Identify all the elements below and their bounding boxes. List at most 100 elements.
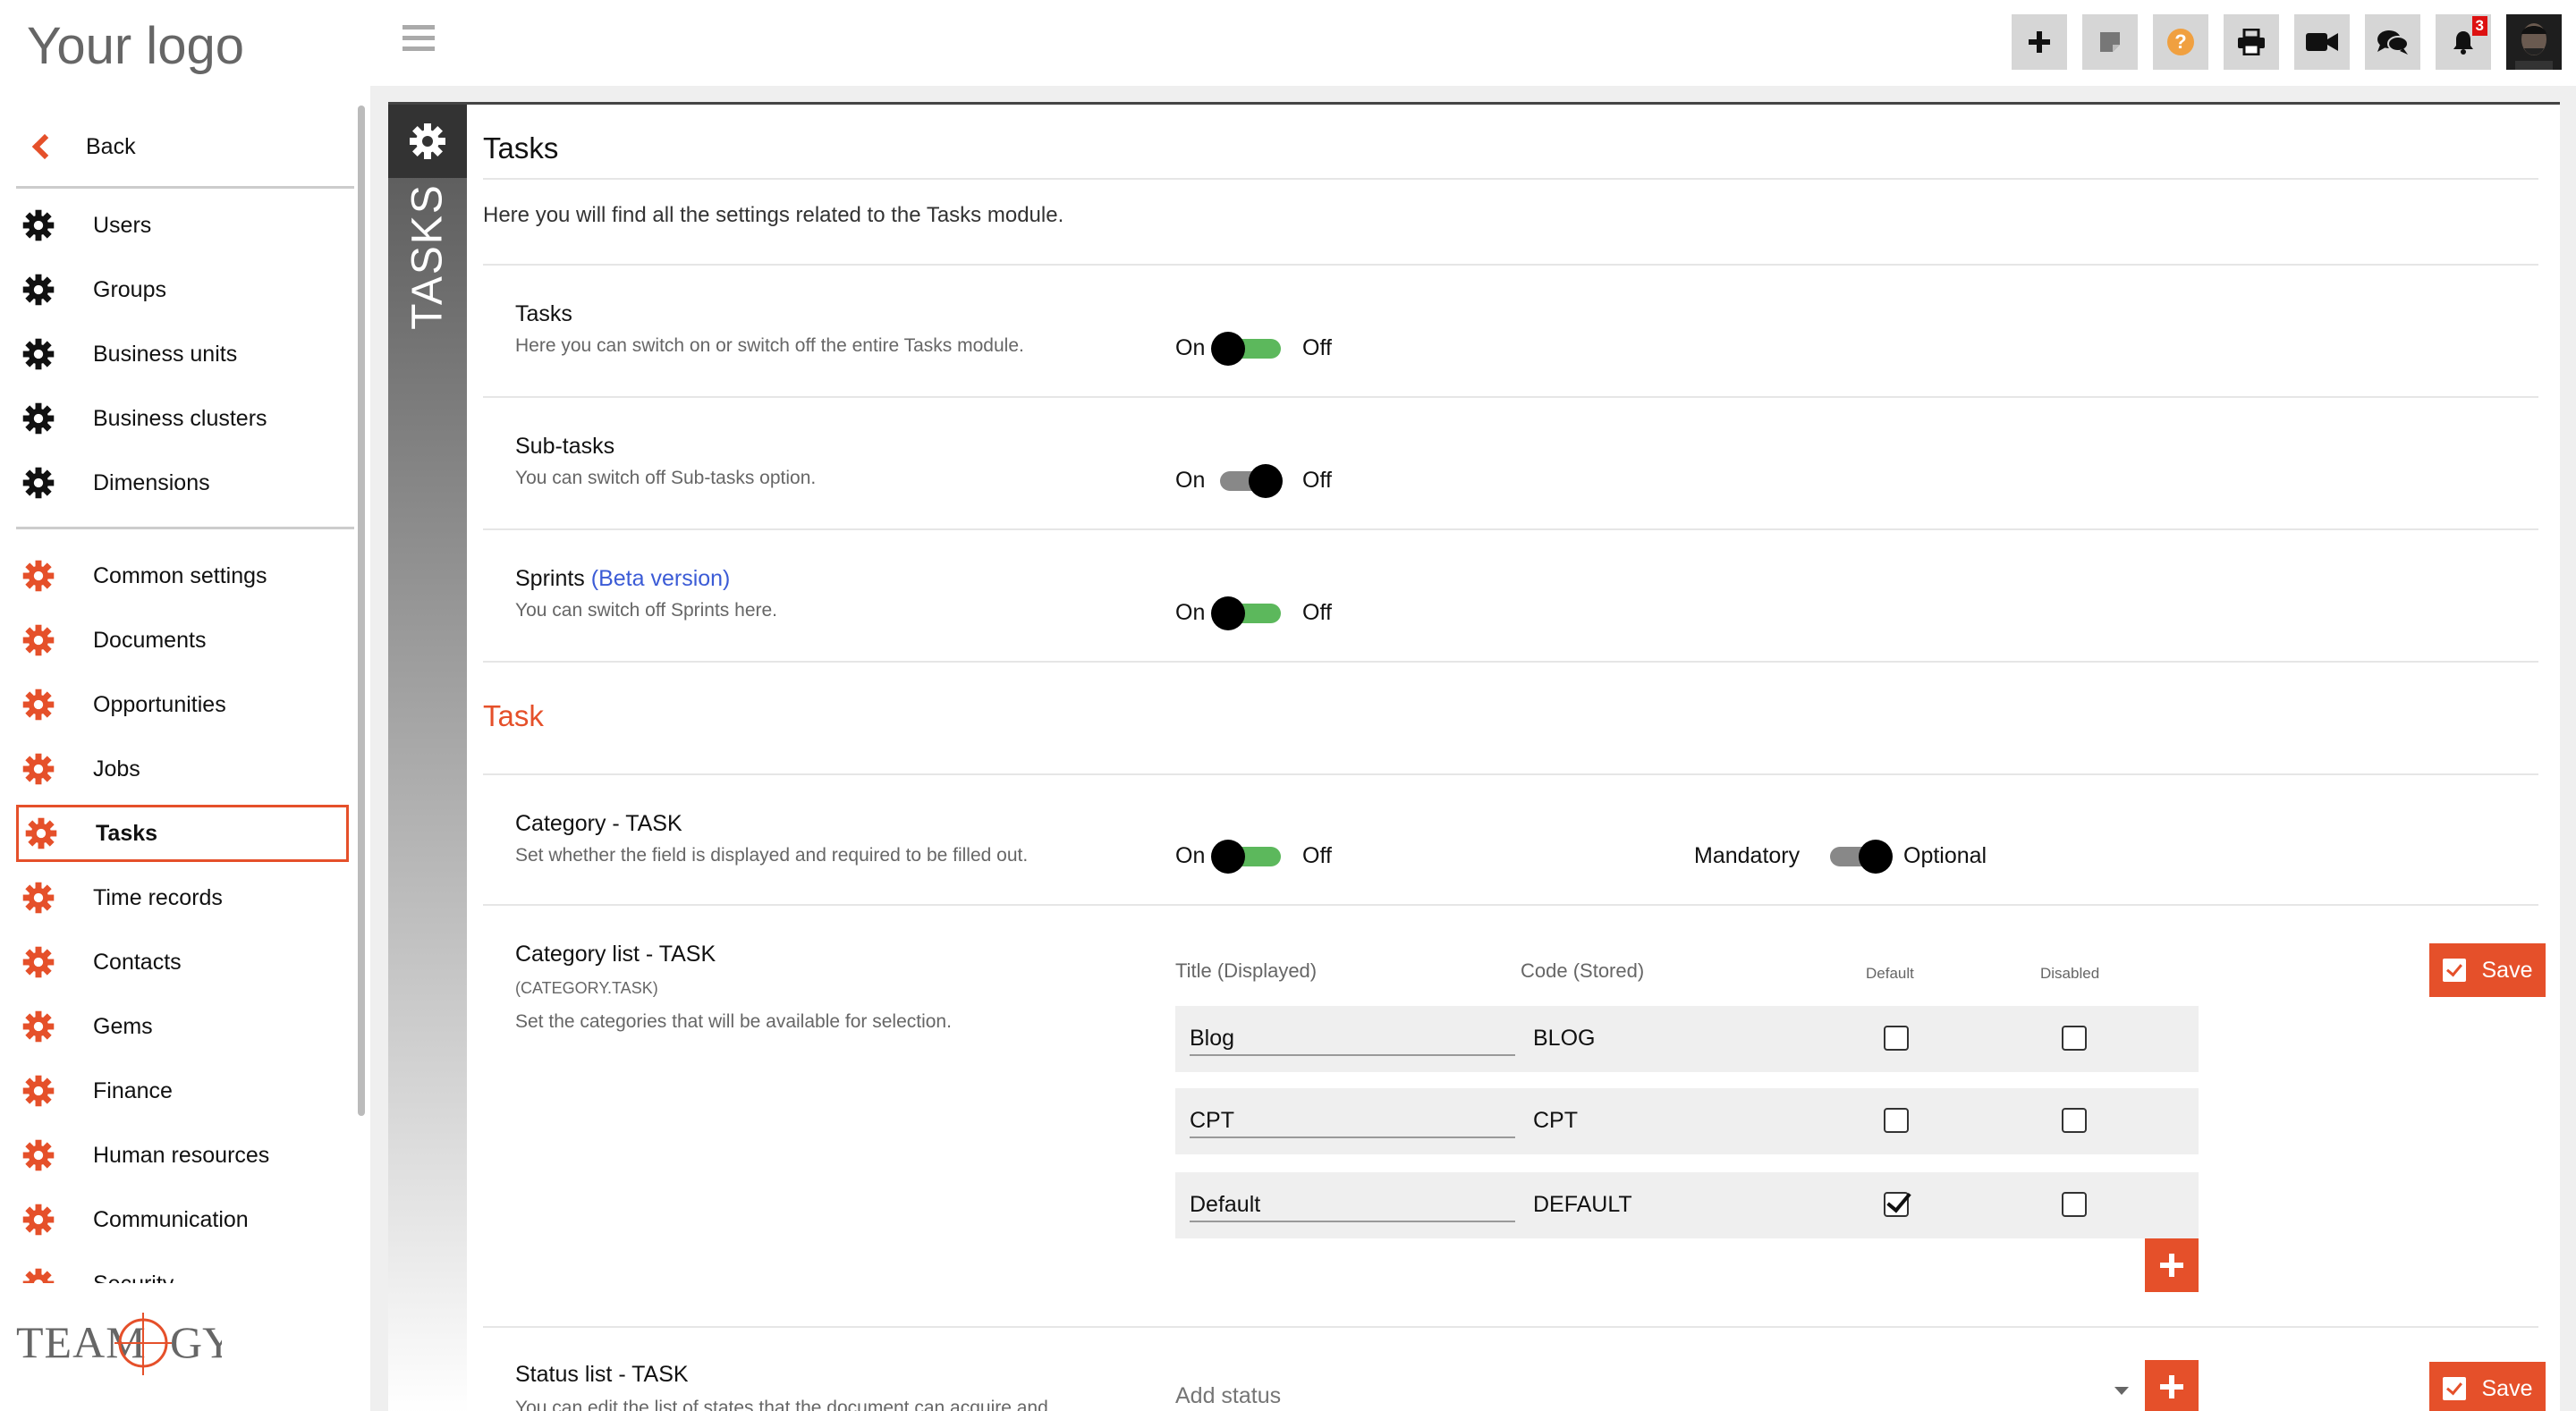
disabled-checkbox[interactable] — [2062, 1192, 2087, 1217]
logo[interactable]: Your logo — [27, 16, 244, 76]
question-icon: ? — [2167, 29, 2194, 55]
sidebar-item-label: Dimensions — [93, 469, 210, 495]
sidebar-item-label: Users — [93, 212, 152, 238]
sidebar-item-security[interactable]: Security — [16, 1255, 349, 1283]
sidebar-item-time-records[interactable]: Time records — [16, 869, 349, 926]
sidebar-item-human-resources[interactable]: Human resources — [16, 1127, 349, 1184]
sidebar-item-label: Human resources — [93, 1142, 270, 1168]
disabled-checkbox[interactable] — [2062, 1026, 2087, 1051]
add-category-button[interactable] — [2145, 1238, 2199, 1292]
sidebar-item-business-units[interactable]: Business units — [16, 325, 349, 383]
back-link[interactable]: Back — [16, 118, 349, 175]
sidebar-item-gems[interactable]: Gems — [16, 998, 349, 1055]
sidebar-item-jobs[interactable]: Jobs — [16, 740, 349, 798]
gear-icon — [20, 335, 57, 373]
sidebar-item-dimensions[interactable]: Dimensions — [16, 454, 349, 511]
category-row: CPT CPT — [1175, 1088, 2199, 1154]
gear-icon — [20, 464, 57, 502]
sidebar-scrollbar[interactable] — [358, 106, 365, 1116]
sidebar-item-label: Groups — [93, 276, 166, 302]
gear-icon — [20, 271, 57, 308]
add-status-input[interactable] — [1175, 1378, 2123, 1411]
gear-icon — [20, 621, 57, 659]
category-title-input[interactable]: Default — [1190, 1188, 1515, 1222]
sidebar-item-label: Security — [93, 1272, 174, 1284]
col-title-header: Title (Displayed) — [1175, 959, 1318, 982]
sidebar-item-label: Jobs — [93, 756, 140, 782]
mandatory-optional-toggle[interactable] — [1821, 840, 1893, 874]
menu-toggle-button[interactable] — [402, 25, 435, 52]
disabled-checkbox[interactable] — [2062, 1108, 2087, 1133]
svg-text:GY: GY — [170, 1317, 222, 1367]
teamogy-logo: TEAM GY — [16, 1307, 234, 1379]
tasks-off-label: Off — [1302, 335, 1332, 360]
sidebar-item-documents[interactable]: Documents — [16, 612, 349, 669]
sidebar-item-contacts[interactable]: Contacts — [16, 934, 349, 991]
help-button[interactable]: ? — [2153, 14, 2208, 70]
divider — [483, 773, 2538, 775]
print-button[interactable] — [2224, 14, 2279, 70]
category-code: CPT — [1533, 1108, 1578, 1133]
notifications-button[interactable]: 3 — [2436, 14, 2491, 70]
checkbox-icon — [2442, 959, 2466, 982]
chat-button[interactable] — [2365, 14, 2420, 70]
vertical-tab: TASKS — [388, 105, 467, 1411]
category-setting-desc: Set whether the field is displayed and r… — [515, 845, 1029, 866]
gear-icon — [20, 879, 57, 917]
gear-icon — [20, 1072, 57, 1110]
sidebar-item-communication[interactable]: Communication — [16, 1191, 349, 1248]
sidebar-item-common-settings[interactable]: Common settings — [16, 547, 349, 604]
back-label: Back — [86, 133, 136, 159]
default-checkbox[interactable] — [1884, 1026, 1909, 1051]
sprints-setting-title: Sprints (Beta version) — [515, 566, 730, 592]
sidebar-item-label: Opportunities — [93, 691, 226, 717]
app-root: Your logo Back Users Groups Business units… — [0, 0, 2576, 1411]
back-arrow-icon — [20, 128, 58, 165]
tasks-setting-desc: Here you can switch on or switch off the… — [515, 335, 1024, 356]
optional-label: Optional — [1903, 843, 1987, 868]
category-off-label: Off — [1302, 843, 1332, 868]
status-list-title: Status list - TASK — [515, 1362, 689, 1387]
chevron-down-icon[interactable] — [2114, 1387, 2129, 1395]
category-list-save-button[interactable]: Save — [2429, 943, 2546, 997]
sidebar-item-label: Communication — [93, 1206, 249, 1232]
divider — [483, 178, 2538, 180]
tasks-toggle[interactable] — [1211, 332, 1283, 366]
default-checkbox[interactable] — [1884, 1192, 1909, 1217]
sidebar-item-groups[interactable]: Groups — [16, 261, 349, 318]
add-button[interactable] — [2012, 14, 2067, 70]
subtasks-toggle[interactable] — [1211, 464, 1283, 498]
status-list-desc: You can edit the list of states that the… — [515, 1398, 1048, 1411]
video-button[interactable] — [2294, 14, 2350, 70]
category-list-title: Category list - TASK — [515, 942, 716, 967]
default-checkbox[interactable] — [1884, 1108, 1909, 1133]
sidebar-item-opportunities[interactable]: Opportunities — [16, 676, 349, 733]
sidebar-item-business-clusters[interactable]: Business clusters — [16, 390, 349, 447]
vertical-tab-label: TASKS — [403, 183, 452, 330]
beta-link[interactable]: (Beta version) — [591, 566, 731, 591]
gear-icon — [20, 750, 57, 788]
sidebar-item-tasks[interactable]: Tasks — [16, 805, 349, 862]
sidebar-item-label: Business clusters — [93, 405, 267, 431]
subtasks-setting-title: Sub-tasks — [515, 434, 615, 459]
sidebar-item-users[interactable]: Users — [16, 197, 349, 254]
divider — [483, 661, 2538, 663]
mandatory-label: Mandatory — [1694, 843, 1801, 868]
sprints-off-label: Off — [1302, 600, 1332, 625]
printer-icon — [2238, 29, 2265, 55]
category-toggle[interactable] — [1211, 840, 1283, 874]
avatar[interactable] — [2506, 14, 2562, 70]
add-status-button[interactable] — [2145, 1360, 2199, 1411]
gear-icon — [20, 1265, 57, 1283]
settings-panel: TASKS Tasks Here you will find all the s… — [388, 102, 2560, 1411]
notes-button[interactable] — [2082, 14, 2138, 70]
category-title-input[interactable]: CPT — [1190, 1104, 1515, 1138]
sprints-toggle[interactable] — [1211, 596, 1283, 630]
status-list-save-button[interactable]: Save — [2429, 1362, 2546, 1411]
sidebar-item-finance[interactable]: Finance — [16, 1062, 349, 1120]
tasks-on-label: On — [1175, 335, 1206, 360]
sprints-setting-desc: You can switch off Sprints here. — [515, 600, 778, 621]
category-title-input[interactable]: Blog — [1190, 1022, 1515, 1056]
divider — [483, 904, 2538, 906]
col-default-header: Default — [1866, 965, 1914, 982]
